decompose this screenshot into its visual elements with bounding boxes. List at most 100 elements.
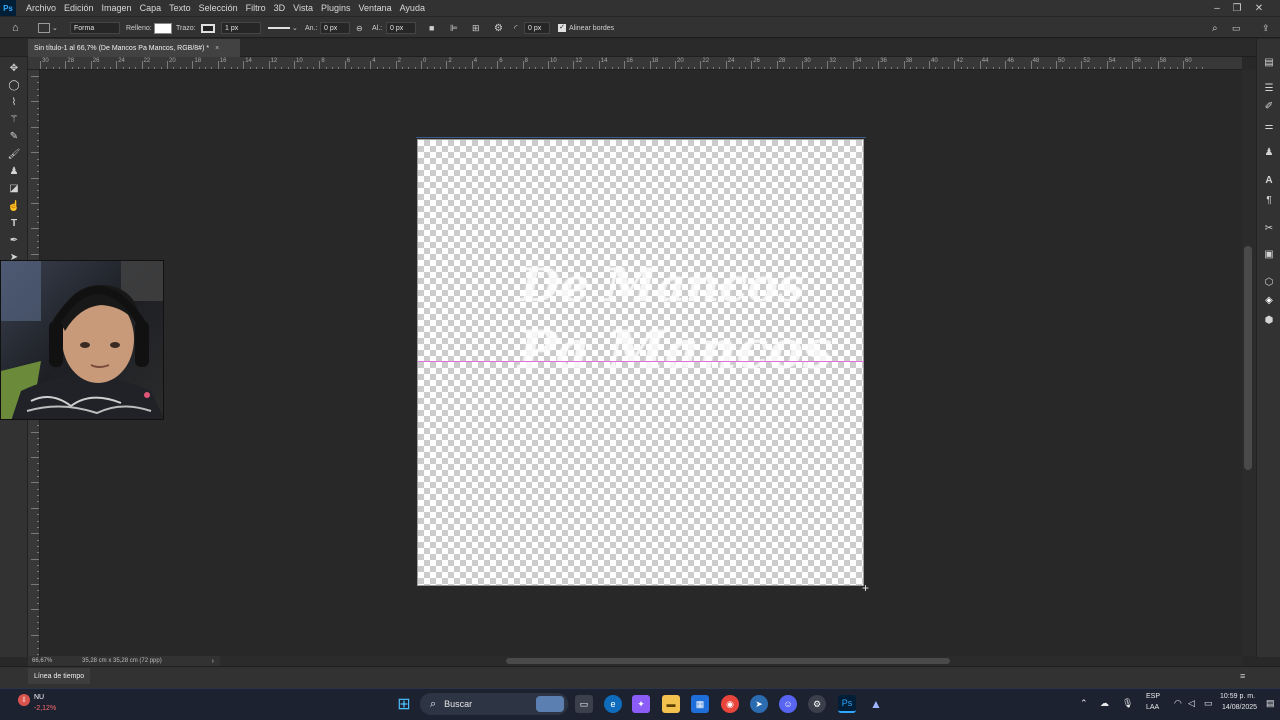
height-field[interactable]: 0 px	[386, 22, 416, 34]
tool-preset-icon[interactable]: ⌄	[38, 17, 58, 39]
panel-menu-icon[interactable]: ≡	[1240, 671, 1245, 681]
canvas-text-line2[interactable]: Pa Mancos	[518, 320, 832, 381]
widget-title[interactable]: NU	[34, 694, 44, 701]
corner-radius-field[interactable]: 0 px	[524, 22, 550, 34]
document-tab[interactable]: Sin título-1 al 66,7% (De Mancos Pa Manc…	[28, 39, 240, 57]
menu-capa[interactable]: Capa	[136, 3, 166, 13]
gear-icon[interactable]: ⚙	[494, 17, 503, 39]
brush-settings-icon[interactable]: ✐	[1261, 99, 1277, 113]
document-close-icon[interactable]: ×	[215, 45, 219, 52]
workspace-icon[interactable]: ▭	[1232, 17, 1241, 39]
smudge-icon[interactable]: ☝	[6, 199, 22, 213]
stroke-swatch[interactable]	[201, 17, 215, 39]
character-icon[interactable]: A	[1261, 173, 1277, 187]
file-explorer-icon[interactable]: ▬	[662, 695, 680, 713]
zoom-level[interactable]: 66,67%	[28, 658, 82, 664]
text-icon[interactable]: T	[6, 216, 22, 230]
app-icon-blue[interactable]: ➤	[750, 695, 768, 713]
menu-archivo[interactable]: Archivo	[22, 3, 60, 13]
path-arrangement-icon[interactable]: ⊞	[472, 17, 480, 39]
restore-icon[interactable]: ❐	[1228, 0, 1246, 16]
photoshop-taskbar-icon[interactable]: Ps	[838, 695, 856, 713]
menu-edicion[interactable]: Edición	[60, 3, 98, 13]
status-arrow-icon[interactable]: ›	[212, 658, 220, 665]
adjustments-icon[interactable]: ☰	[1261, 81, 1277, 95]
stamp-panel-icon[interactable]: ♟	[1261, 145, 1277, 159]
ruler-label: 18	[194, 58, 202, 64]
menu-plugins[interactable]: Plugins	[317, 3, 355, 13]
menu-filtro[interactable]: Filtro	[242, 3, 270, 13]
paths-icon[interactable]: ⬢	[1261, 313, 1277, 327]
menu-imagen[interactable]: Imagen	[98, 3, 136, 13]
app-icon-triangle[interactable]: ▲	[867, 695, 885, 713]
canvas-text-line1[interactable]: De Mancos	[520, 258, 804, 312]
menu-vista[interactable]: Vista	[289, 3, 317, 13]
pen-icon[interactable]: ✒	[6, 233, 22, 247]
link-icon[interactable]: ⊖	[356, 17, 363, 39]
photoshop-logo[interactable]: Ps	[0, 0, 16, 16]
guide-line[interactable]	[418, 361, 864, 362]
menu-3d[interactable]: 3D	[270, 3, 290, 13]
move-icon[interactable]: ✥	[6, 61, 22, 75]
stroke-width-field[interactable]: 1 px	[221, 22, 261, 34]
stroke-type-select[interactable]: ⌄	[268, 17, 298, 39]
menu-ventana[interactable]: Ventana	[355, 3, 396, 13]
store-icon[interactable]: ▦	[691, 695, 709, 713]
start-icon[interactable]: ⊞	[395, 695, 413, 713]
horizontal-scroll-thumb[interactable]	[506, 658, 950, 664]
properties-icon[interactable]: ⚌	[1261, 119, 1277, 133]
tools-preset-icon[interactable]: ✂	[1261, 221, 1277, 235]
magic-wand-icon[interactable]: ⚚	[6, 112, 22, 126]
edge-icon[interactable]: e	[604, 695, 622, 713]
minimize-icon[interactable]: –	[1208, 0, 1226, 16]
ruler-tick	[700, 61, 702, 69]
chevron-up-icon[interactable]: ⌃	[1080, 698, 1088, 709]
document-canvas[interactable]: De Mancos Pa Mancos	[417, 139, 864, 586]
ruler-label: 10	[550, 58, 557, 64]
taskbar-search[interactable]: ⌕ Buscar	[420, 693, 568, 715]
share-icon[interactable]: ⇪	[1262, 17, 1270, 39]
align-edges-checkbox[interactable]: ✓ Alinear bordes	[558, 17, 614, 39]
layers-icon[interactable]: ◈	[1261, 293, 1277, 307]
home-icon[interactable]: ⌂	[12, 17, 19, 39]
vertical-scroll-thumb[interactable]	[1244, 246, 1252, 470]
microphone-icon[interactable]: 🎙	[1122, 698, 1133, 709]
menu-texto[interactable]: Texto	[165, 3, 195, 13]
eyedropper-icon[interactable]: ✎	[6, 129, 22, 143]
clock-time[interactable]: 10:59 p. m.	[1220, 693, 1255, 700]
menu-ayuda[interactable]: Ayuda	[396, 3, 429, 13]
discord-icon[interactable]: ☺	[779, 695, 797, 713]
path-operations-icon[interactable]: ■	[429, 17, 434, 39]
brush-icon[interactable]: 🖌	[6, 147, 22, 161]
menu-seleccion[interactable]: Selección	[195, 3, 242, 13]
chrome-icon[interactable]: ◉	[721, 695, 739, 713]
weather-icon[interactable]: ⇩	[18, 694, 30, 706]
stamp-icon[interactable]: ♟	[6, 164, 22, 178]
app-icon-gear[interactable]: ⚙	[808, 695, 826, 713]
notifications-icon[interactable]: ▤	[1266, 698, 1275, 709]
copilot-icon[interactable]: ✦	[632, 695, 650, 713]
eraser-icon[interactable]: ◪	[6, 181, 22, 195]
shape-mode-select[interactable]: Forma	[70, 22, 120, 34]
search-icon[interactable]: ⌕	[1212, 17, 1218, 39]
volume-icon[interactable]: ◁	[1188, 698, 1195, 709]
path-alignment-icon[interactable]: ⊫	[450, 17, 458, 39]
library-icon[interactable]: ▤	[1261, 55, 1277, 69]
paragraph-icon[interactable]: ¶	[1261, 193, 1277, 207]
channels-icon[interactable]: ▣	[1261, 247, 1277, 261]
timeline-tab[interactable]: Línea de tiempo	[28, 668, 91, 684]
polygonal-lasso-icon[interactable]: ⌇	[6, 95, 22, 109]
close-icon[interactable]: ✕	[1250, 0, 1268, 16]
task-view-icon[interactable]: ▭	[575, 695, 593, 713]
ruler-tick	[31, 482, 39, 484]
3d-icon[interactable]: ⬡	[1261, 275, 1277, 289]
wifi-icon[interactable]: ◠	[1174, 698, 1182, 709]
language-top[interactable]: ESP	[1146, 693, 1160, 700]
fill-swatch[interactable]	[154, 17, 172, 39]
battery-icon[interactable]: ▭	[1204, 698, 1213, 709]
onedrive-icon[interactable]: ☁	[1100, 698, 1109, 709]
width-field[interactable]: 0 px	[320, 22, 350, 34]
clock-date[interactable]: 14/08/2025	[1222, 704, 1257, 711]
language-bottom[interactable]: LAA	[1146, 704, 1159, 711]
lasso-icon[interactable]: ◯	[6, 78, 22, 92]
